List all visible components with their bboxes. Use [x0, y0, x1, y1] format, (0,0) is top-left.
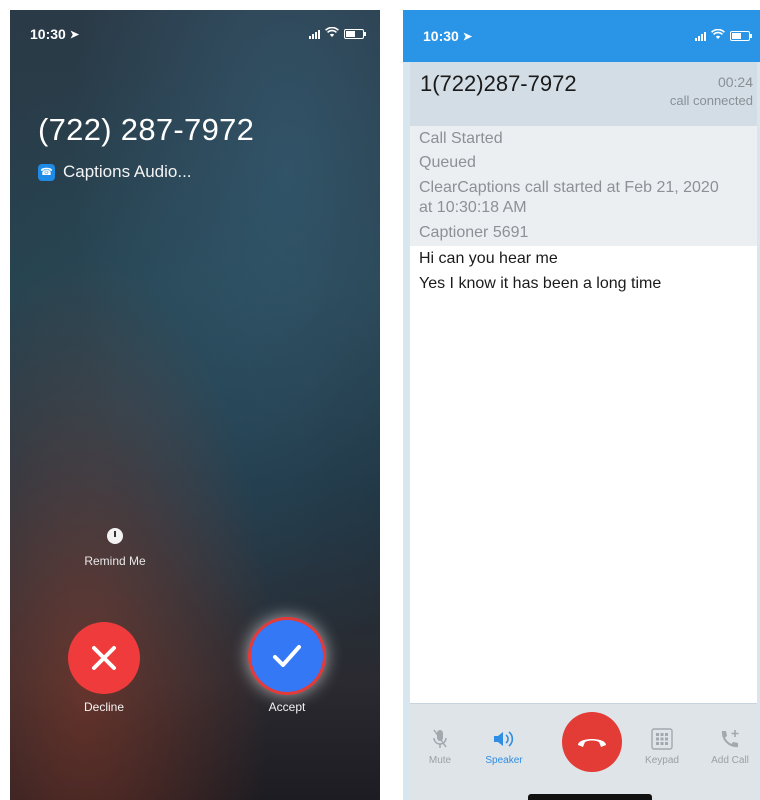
location-arrow-icon: ➤ [69, 28, 80, 41]
keypad-icon [632, 728, 692, 750]
caller-app-row: ☎ Captions Audio... [38, 162, 192, 182]
status-bar: 10:30 ➤ [423, 28, 752, 44]
alarm-clock-icon [107, 528, 123, 544]
captions-app-icon: ☎ [38, 163, 55, 181]
caller-app-name: Captions Audio... [63, 162, 192, 181]
caption-transcript[interactable]: Hi can you hear me Yes I know it has bee… [410, 246, 757, 704]
checkmark-icon [273, 645, 301, 667]
incoming-call-screen: 10:30 ➤ (722) 287-7972 ☎ Captions Audio.… [10, 10, 380, 800]
hang-up-icon [578, 739, 606, 747]
call-toolbar: Mute Speaker Keypad Add Call [410, 704, 757, 800]
battery-icon [730, 31, 752, 41]
log-line: at 10:30:18 AM [419, 199, 527, 216]
speaker-icon [474, 728, 534, 750]
location-arrow-icon: ➤ [462, 30, 473, 43]
log-line: Queued [419, 154, 476, 171]
decline-label: Decline [83, 700, 125, 714]
signal-icon [309, 29, 320, 39]
accept-label: Accept [268, 700, 306, 714]
log-line: ClearCaptions call started at Feb 21, 20… [419, 179, 719, 196]
mute-label: Mute [428, 755, 452, 766]
transcript-line: Hi can you hear me [419, 250, 558, 267]
call-timer: 00:24 [717, 74, 753, 90]
microphone-off-icon [410, 728, 470, 750]
call-log: Call Started Queued ClearCaptions call s… [410, 126, 757, 246]
caller-number: 1(722)287-7972 [420, 71, 577, 96]
signal-icon [695, 31, 706, 41]
wifi-icon [711, 28, 725, 43]
add-call-icon [700, 728, 760, 750]
caption-call-screen: 10:30 ➤ 1(722)287-7972 00:24 call connec… [403, 10, 760, 800]
remind-me-button[interactable]: Remind Me [70, 528, 160, 568]
mute-button[interactable]: Mute [410, 728, 470, 766]
end-call-button[interactable] [562, 712, 622, 772]
wifi-icon [325, 26, 339, 41]
home-indicator[interactable] [528, 794, 652, 800]
keypad-button[interactable]: Keypad [632, 728, 692, 766]
status-bar: 10:30 ➤ [30, 26, 366, 42]
log-line: Captioner 5691 [419, 224, 529, 241]
keypad-label: Keypad [645, 755, 679, 766]
decline-button[interactable] [68, 622, 140, 694]
call-header: 1(722)287-7972 00:24 call connected [410, 62, 757, 126]
status-time: 10:30 [30, 26, 66, 42]
status-time: 10:30 [423, 28, 459, 44]
speaker-button[interactable]: Speaker [474, 728, 534, 766]
call-status: call connected [669, 93, 753, 108]
speaker-label: Speaker [485, 755, 523, 766]
remind-me-label: Remind Me [84, 554, 146, 568]
caller-number: (722) 287-7972 [38, 112, 255, 147]
accept-button[interactable] [251, 620, 323, 692]
transcript-line: Yes I know it has been a long time [419, 275, 662, 292]
add-call-label: Add Call [711, 755, 749, 766]
log-line: Call Started [419, 130, 503, 147]
add-call-button[interactable]: Add Call [700, 728, 760, 766]
x-icon [92, 646, 116, 670]
battery-icon [344, 29, 366, 39]
